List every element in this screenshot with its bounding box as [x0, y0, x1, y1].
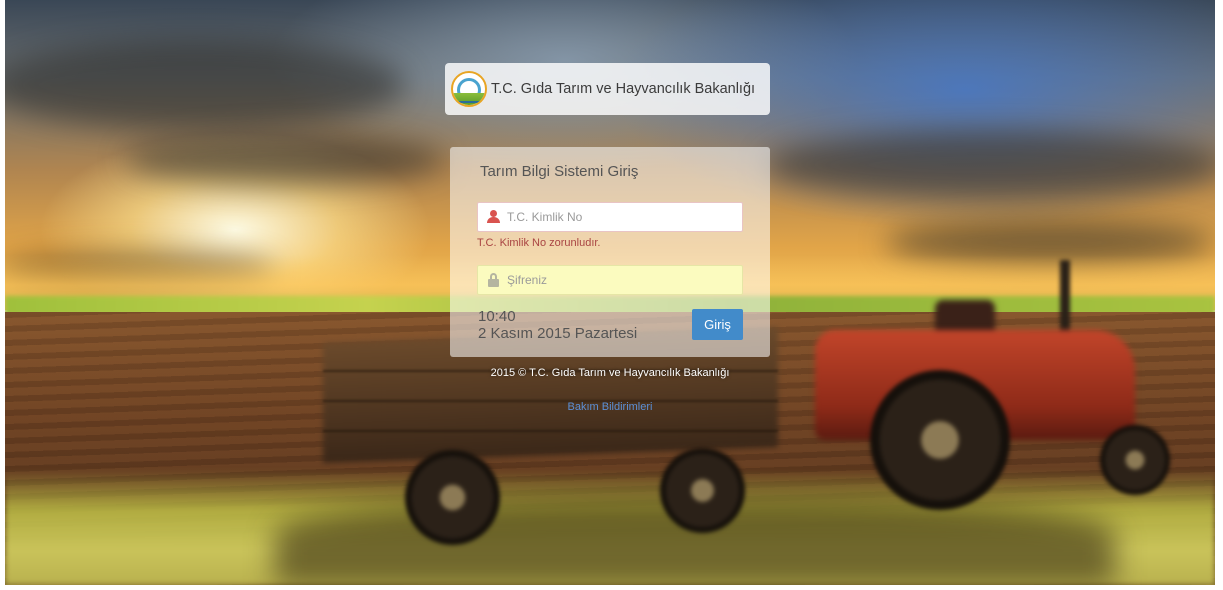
lock-icon: [487, 273, 501, 287]
current-date: 2 Kasım 2015 Pazartesi: [478, 325, 638, 342]
trailer-wheel: [660, 448, 745, 533]
password-input[interactable]: [507, 268, 727, 292]
trailer-wheel: [405, 450, 500, 545]
login-button[interactable]: Giriş: [692, 309, 743, 340]
login-title: Tarım Bilgi Sistemi Giriş: [480, 163, 639, 180]
tc-kimlik-input[interactable]: [507, 205, 727, 229]
current-time: 10:40: [478, 308, 516, 325]
ministry-name: T.C. Gıda Tarım ve Hayvancılık Bakanlığı: [491, 81, 756, 97]
user-icon: [487, 210, 501, 224]
trailer-plank: [323, 430, 778, 432]
tc-kimlik-error: T.C. Kimlik No zorunludır.: [477, 237, 601, 249]
tractor-exhaust: [1060, 260, 1070, 340]
ministry-banner: T.C. Gıda Tarım ve Hayvancılık Bakanlığı: [445, 63, 770, 115]
tractor-rear-wheel: [870, 370, 1010, 510]
tractor-front-wheel: [1100, 425, 1170, 495]
password-field[interactable]: [477, 265, 743, 295]
login-panel: Tarım Bilgi Sistemi Giriş T.C. Kimlik No…: [450, 147, 770, 357]
cloud: [765, 130, 1215, 200]
copyright-text: 2015 © T.C. Gıda Tarım ve Hayvancılık Ba…: [490, 367, 730, 379]
maintenance-notices-link[interactable]: Bakım Bildirimleri: [450, 401, 770, 413]
tc-kimlik-field[interactable]: [477, 202, 743, 232]
ministry-logo-icon: [451, 71, 487, 107]
cloud: [125, 135, 445, 185]
